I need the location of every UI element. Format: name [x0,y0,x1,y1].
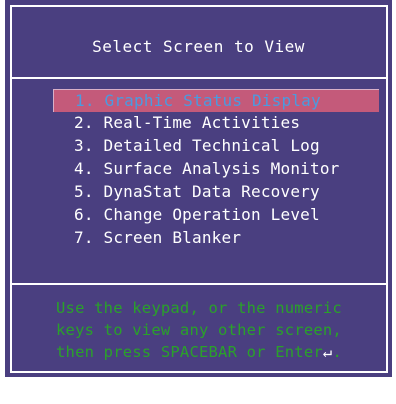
hint-divider [10,283,388,285]
instructions-line-2: keys to view any other screen, [56,321,342,339]
menu-item-real-time-activities[interactable]: 2. Real-Time Activities [53,112,379,135]
menu-item-screen-blanker[interactable]: 7. Screen Blanker [53,227,379,250]
menu-item-surface-analysis-monitor[interactable]: 4. Surface Analysis Monitor [53,158,379,181]
menu-item-dynastat-data-recovery[interactable]: 5. DynaStat Data Recovery [53,181,379,204]
instructions-line-1: Use the keypad, or the numeric [56,299,342,317]
menu-item-graphic-status-display[interactable]: 1. Graphic Status Display [53,89,379,112]
instructions-line-3: then press SPACEBAR or Enter↵. [10,341,388,363]
dialog-title: Select Screen to View [92,37,305,56]
instructions-line-3-period: . [332,343,342,361]
instructions-line-3-text: then press SPACEBAR or Enter [56,343,323,361]
screen-select-dialog: Select Screen to View 1. Graphic Status … [5,0,392,377]
menu-item-change-operation-level[interactable]: 6. Change Operation Level [53,204,379,227]
instructions-text: Use the keypad, or the numeric keys to v… [10,297,388,363]
title-divider [10,77,388,79]
screen-menu: 1. Graphic Status Display 2. Real-Time A… [53,89,379,250]
enter-key-icon: ↵ [322,343,333,361]
menu-item-detailed-technical-log[interactable]: 3. Detailed Technical Log [53,135,379,158]
